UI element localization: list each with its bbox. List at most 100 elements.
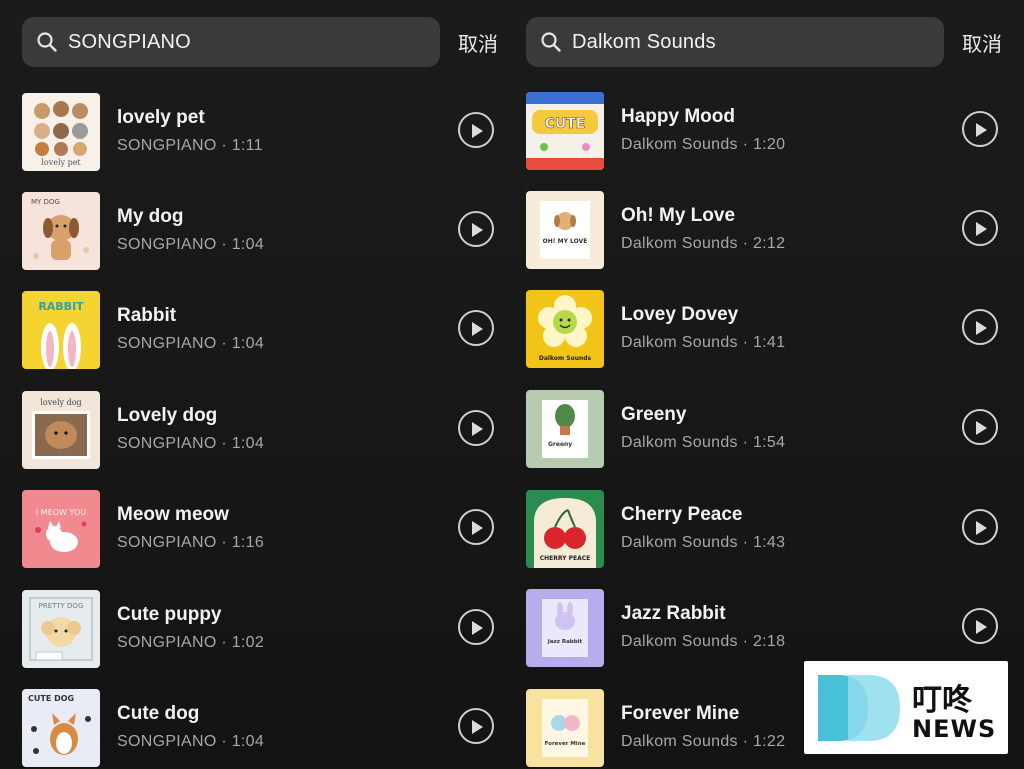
song-meta: Dalkom Sounds · 1:22 [621,733,786,750]
watermark-cn-text: 叮咚 [912,683,972,718]
search-row: Dalkom Sounds 取消 [526,17,1002,67]
song-row[interactable]: CUTE DOG Cute dog SONGPIANO · 1:04 [22,689,502,769]
song-title: Cute puppy [117,604,222,625]
song-row[interactable]: Jazz Rabbit Jazz Rabbit Dalkom Sounds · … [526,589,1006,669]
play-button[interactable] [458,609,494,645]
play-button[interactable] [458,410,494,446]
cover-caption: CUTE [545,116,586,132]
song-title: lovely pet [117,107,205,128]
album-cover: PRETTY DOG [22,590,100,668]
song-row[interactable]: OH! MY LOVE Oh! My Love Dalkom Sounds · … [526,191,1006,271]
song-meta: SONGPIANO · 1:04 [117,733,265,750]
cover-caption: lovely dog [40,398,81,407]
play-button[interactable] [962,409,998,445]
play-icon [472,322,483,336]
play-button[interactable] [962,608,998,644]
cover-caption: Forever Mine [545,741,586,747]
song-meta: Dalkom Sounds · 1:43 [621,534,786,551]
cover-caption: Dalkom Sounds [539,355,592,362]
song-row[interactable]: RABBIT Rabbit SONGPIANO · 1:04 [22,291,502,371]
dd-logo-icon [818,675,900,741]
cover-caption: Greeny [548,441,572,448]
album-cover: Forever Mine [526,689,604,767]
song-row[interactable]: CHERRY PEACE Cherry Peace Dalkom Sounds … [526,490,1006,570]
play-button[interactable] [962,509,998,545]
search-input[interactable]: SONGPIANO [22,17,440,67]
song-row[interactable]: Dalkom Sounds Lovey Dovey Dalkom Sounds … [526,290,1006,370]
song-meta: Dalkom Sounds · 1:54 [621,434,786,451]
album-cover: Greeny [526,390,604,468]
play-icon [472,720,483,734]
song-title: Happy Mood [621,106,735,127]
cover-caption: CHERRY PEACE [540,555,591,562]
play-button[interactable] [458,112,494,148]
play-icon [472,621,483,635]
play-button[interactable] [458,509,494,545]
cover-caption: CUTE DOG [28,694,74,703]
cover-caption: I MEOW YOU [36,508,86,517]
search-icon [541,32,561,52]
song-row[interactable]: MY DOG My dog SONGPIANO · 1:04 [22,192,502,272]
play-icon [976,620,987,634]
play-icon [472,521,483,535]
play-icon [472,124,483,138]
cover-caption: RABBIT [38,300,84,313]
album-cover: OH! MY LOVE [526,191,604,269]
song-title: Lovely dog [117,405,218,426]
search-icon [37,32,57,52]
news-watermark-logo: 叮咚 NEWS [804,661,1008,754]
song-meta: SONGPIANO · 1:04 [117,435,265,452]
play-icon [976,421,987,435]
song-title: Jazz Rabbit [621,603,726,624]
song-title: Rabbit [117,305,177,326]
play-icon [976,321,987,335]
song-title: Forever Mine [621,703,740,724]
album-cover: CHERRY PEACE [526,490,604,568]
song-meta: Dalkom Sounds · 2:12 [621,235,786,252]
play-icon [472,422,483,436]
play-button[interactable] [458,211,494,247]
song-meta: Dalkom Sounds · 1:20 [621,136,786,153]
song-row[interactable]: PRETTY DOG Cute puppy SONGPIANO · 1:02 [22,590,502,670]
play-icon [976,521,987,535]
song-row[interactable]: lovely pet lovely pet SONGPIANO · 1:11 [22,93,502,173]
song-meta: Dalkom Sounds · 1:41 [621,334,786,351]
play-button[interactable] [962,210,998,246]
play-icon [976,222,987,236]
cancel-button[interactable]: 取消 [458,28,498,57]
album-cover: Dalkom Sounds [526,290,604,368]
song-title: Oh! My Love [621,205,736,226]
album-cover: CUTE DOG [22,689,100,767]
song-meta: SONGPIANO · 1:04 [117,335,265,352]
search-query: Dalkom Sounds [572,30,716,53]
song-row[interactable]: lovely dog Lovely dog SONGPIANO · 1:04 [22,391,502,471]
play-button[interactable] [458,310,494,346]
play-icon [976,123,987,137]
song-row[interactable]: I MEOW YOU Meow meow SONGPIANO · 1:16 [22,490,502,570]
album-cover: lovely pet [22,93,100,171]
search-input[interactable]: Dalkom Sounds [526,17,944,67]
play-button[interactable] [458,708,494,744]
right-search-panel: Dalkom Sounds 取消 CUTE Happy Mood Dalkom … [504,0,1024,768]
song-meta: SONGPIANO · 1:04 [117,236,265,253]
song-meta: Dalkom Sounds · 2:18 [621,633,786,650]
album-cover: Jazz Rabbit [526,589,604,667]
search-query: SONGPIANO [68,30,191,53]
song-meta: SONGPIANO · 1:16 [117,534,265,551]
album-cover: CUTE [526,92,604,170]
song-title: Lovey Dovey [621,304,739,325]
cover-caption: MY DOG [31,198,60,206]
album-cover: RABBIT [22,291,100,369]
play-button[interactable] [962,309,998,345]
song-title: Cute dog [117,703,200,724]
play-icon [472,223,483,237]
play-button[interactable] [962,111,998,147]
song-row[interactable]: Greeny Greeny Dalkom Sounds · 1:54 [526,390,1006,470]
cancel-button[interactable]: 取消 [962,28,1002,57]
album-cover: I MEOW YOU [22,490,100,568]
song-meta: SONGPIANO · 1:11 [117,137,263,154]
song-row[interactable]: CUTE Happy Mood Dalkom Sounds · 1:20 [526,92,1006,172]
album-cover: lovely dog [22,391,100,469]
song-title: Greeny [621,404,687,425]
cover-caption: Jazz Rabbit [547,639,583,645]
